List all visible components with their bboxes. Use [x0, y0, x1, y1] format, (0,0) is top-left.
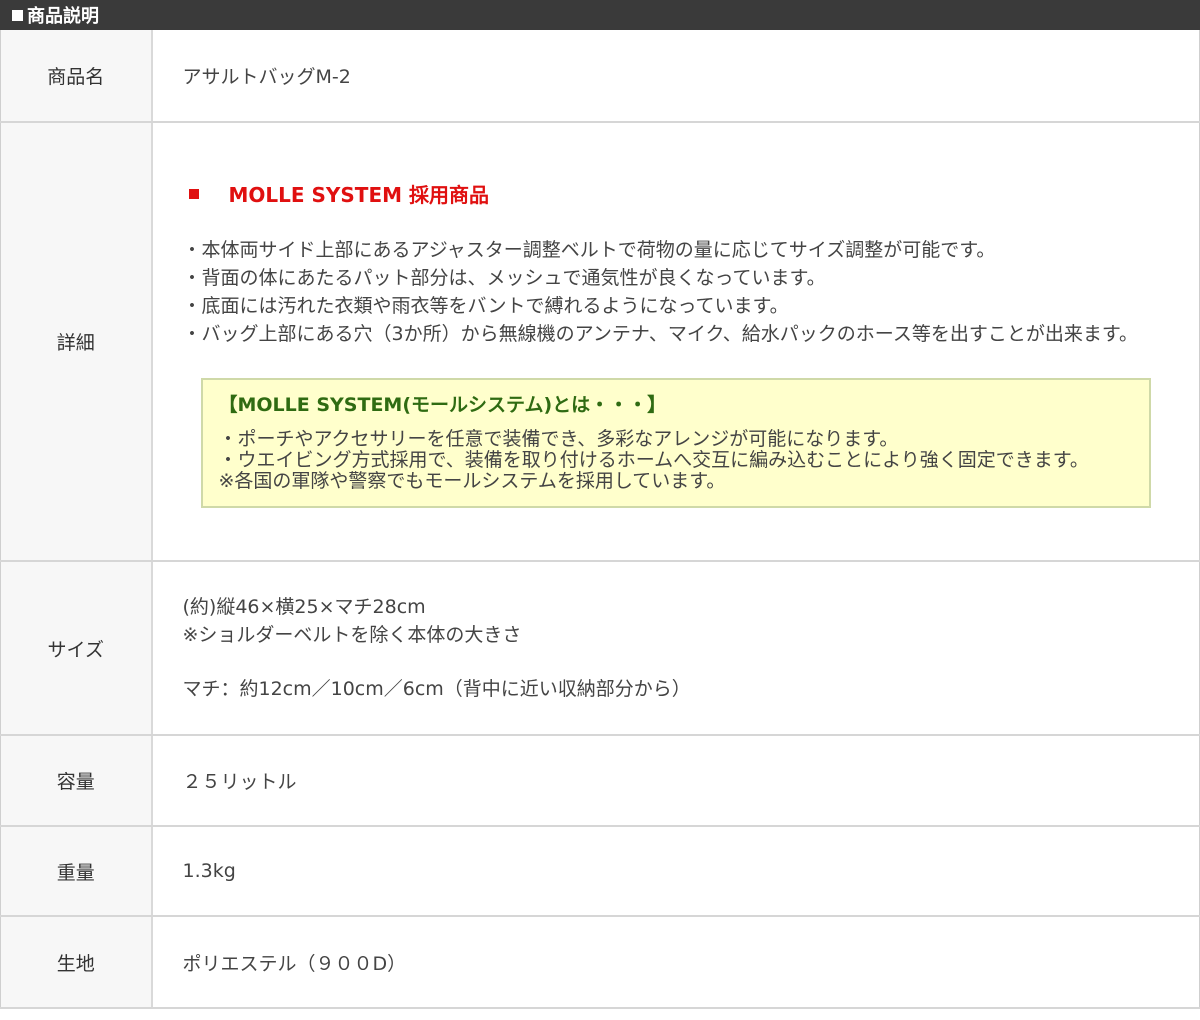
- note-title: 【MOLLE SYSTEM(モールシステム)とは・・・】: [218, 394, 667, 416]
- label-size: サイズ: [0, 561, 153, 736]
- detail-bullets: ・本体両サイド上部にあるアジャスター調整ベルトで荷物の量に応じてサイズ調整が可能…: [183, 236, 1170, 348]
- row-weight: 重量 1.3kg: [0, 826, 1200, 917]
- value-product-name: アサルトバッグM-2: [151, 30, 1200, 123]
- red-square-icon: [188, 188, 199, 199]
- label-capacity: 容量: [0, 735, 153, 827]
- section-title: 商品説明: [27, 6, 99, 27]
- detail-bullet: ・バッグ上部にある穴（3か所）から無線機のアンテナ、マイク、給水パックのホース等…: [182, 323, 1138, 345]
- detail-bullet: ・背面の体にあたるパット部分は、メッシュで通気性が良くなっています。: [182, 267, 826, 289]
- molle-heading-text: MOLLE SYSTEM 採用商品: [228, 183, 489, 207]
- note-line: ※各国の軍隊や警察でもモールシステムを採用しています。: [218, 470, 726, 492]
- square-icon: [12, 9, 23, 21]
- molle-note-box: 【MOLLE SYSTEM(モールシステム)とは・・・】 ・ポーチやアクセサリー…: [200, 378, 1151, 508]
- value-fabric: ポリエステル（９００D）: [151, 916, 1200, 1009]
- note-line: ・ポーチやアクセサリーを任意で装備でき、多彩なアレンジが可能になります。: [218, 428, 899, 450]
- label-product-name: 商品名: [0, 30, 153, 123]
- spec-table: 商品名 アサルトバッグM-2 詳細 MOLLE SYSTEM 採用商品 ・本体両…: [0, 30, 1200, 1009]
- row-size: サイズ (約)縦46×横25×マチ28cm ※ショルダーベルトを除く本体の大きさ…: [0, 561, 1200, 736]
- row-product-name: 商品名 アサルトバッグM-2: [0, 30, 1200, 123]
- value-size: (約)縦46×横25×マチ28cm ※ショルダーベルトを除く本体の大きさ マチ：…: [151, 561, 1200, 736]
- note-line: ・ウエイビング方式採用で、装備を取り付けるホームへ交互に編み込むことにより強く固…: [218, 449, 1089, 471]
- value-weight: 1.3kg: [151, 826, 1200, 917]
- label-fabric: 生地: [0, 916, 153, 1009]
- size-gusset: マチ：約12cm／10cm／6cm（背中に近い収納部分から）: [182, 678, 691, 700]
- section-header: 商品説明: [0, 0, 1200, 30]
- value-detail: MOLLE SYSTEM 採用商品 ・本体両サイド上部にあるアジャスター調整ベル…: [151, 122, 1200, 562]
- molle-heading: MOLLE SYSTEM 採用商品: [183, 179, 1170, 208]
- detail-bullet: ・底面には汚れた衣類や雨衣等をバントで縛れるようになっています。: [182, 295, 789, 317]
- row-detail: 詳細 MOLLE SYSTEM 採用商品 ・本体両サイド上部にあるアジャスター調…: [0, 122, 1200, 562]
- size-dimensions: (約)縦46×横25×マチ28cm: [182, 596, 426, 618]
- note-lines: ・ポーチやアクセサリーを任意で装備でき、多彩なアレンジが可能になります。 ・ウエ…: [219, 429, 1134, 492]
- row-fabric: 生地 ポリエステル（９００D）: [0, 916, 1200, 1009]
- value-capacity: ２５リットル: [151, 735, 1200, 827]
- size-note: ※ショルダーベルトを除く本体の大きさ: [182, 624, 522, 646]
- label-detail: 詳細: [0, 122, 153, 562]
- label-weight: 重量: [0, 826, 153, 917]
- detail-bullet: ・本体両サイド上部にあるアジャスター調整ベルトで荷物の量に応じてサイズ調整が可能…: [182, 239, 996, 261]
- row-capacity: 容量 ２５リットル: [0, 735, 1200, 827]
